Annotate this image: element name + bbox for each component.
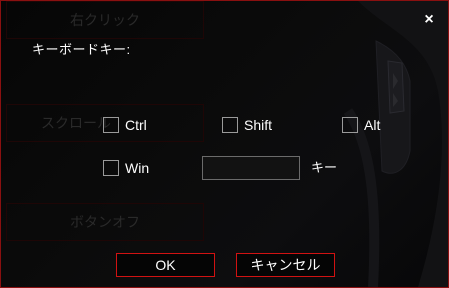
close-icon[interactable]: × (422, 12, 436, 28)
shift-checkbox-label: Shift (244, 117, 273, 133)
alt-checkbox-box[interactable] (342, 117, 358, 133)
background-scroll-label: スクロール (41, 115, 111, 131)
ctrl-checkbox[interactable]: Ctrl (103, 117, 147, 133)
alt-checkbox[interactable]: Alt (342, 117, 380, 133)
background-right-click-label: 右クリック (70, 12, 140, 28)
cancel-button[interactable]: キャンセル (236, 253, 335, 277)
keyboard-key-dialog: 右クリック スクロール ボタンオフ × キーボードキー: Ctrl Shift … (0, 0, 449, 288)
key-input[interactable] (202, 156, 300, 180)
background-right-click-button: 右クリック (6, 1, 204, 39)
ok-button-label: OK (155, 257, 176, 273)
background-button-off-label: ボタンオフ (70, 214, 140, 230)
ctrl-checkbox-box[interactable] (103, 117, 119, 133)
dialog-title: キーボードキー: (32, 42, 131, 57)
shift-checkbox[interactable]: Shift (222, 117, 272, 133)
background-button-off-button: ボタンオフ (6, 203, 204, 241)
win-checkbox-box[interactable] (103, 160, 119, 176)
cancel-button-label: キャンセル (250, 257, 321, 273)
key-label: キー (311, 160, 338, 175)
alt-checkbox-label: Alt (364, 117, 381, 133)
mouse-silhouette-icon (343, 1, 448, 287)
ok-button[interactable]: OK (116, 253, 215, 277)
win-checkbox[interactable]: Win (103, 160, 149, 176)
shift-checkbox-box[interactable] (222, 117, 238, 133)
win-checkbox-label: Win (125, 160, 150, 176)
ctrl-checkbox-label: Ctrl (125, 117, 147, 133)
